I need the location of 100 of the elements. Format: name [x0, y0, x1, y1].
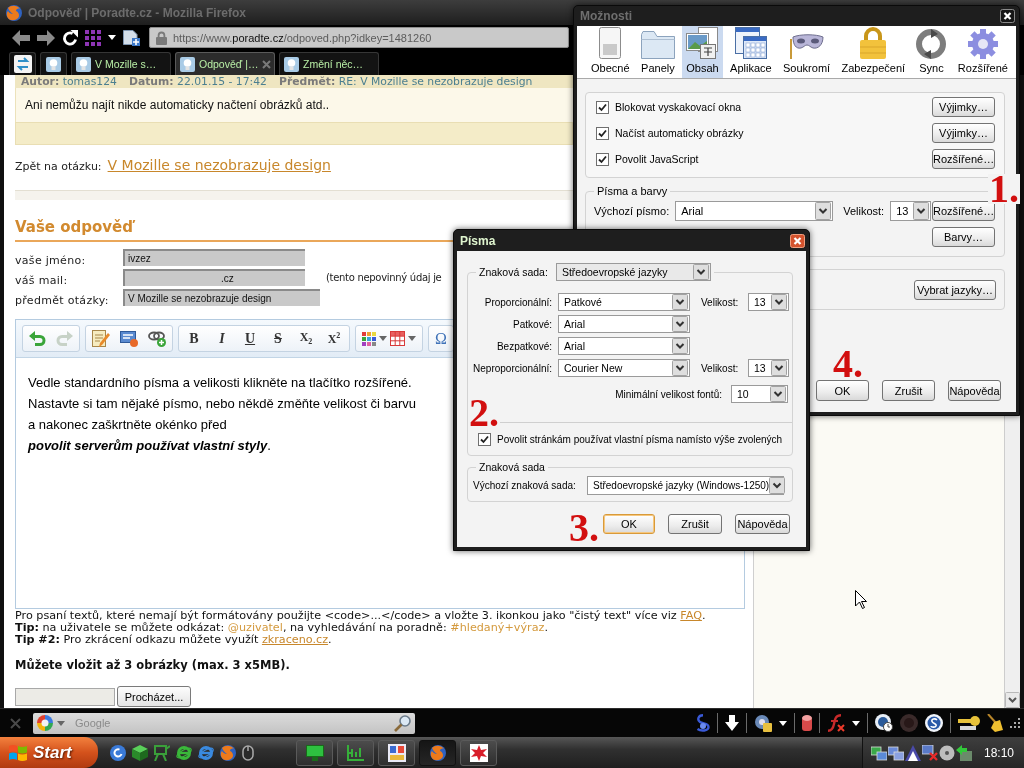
taskbar-button[interactable]: [378, 739, 415, 766]
subscript-button[interactable]: X$_{2}$: [297, 330, 315, 347]
fox-globe-icon[interactable]: [220, 744, 236, 761]
strike-button[interactable]: S: [269, 330, 287, 347]
italic-button[interactable]: I: [213, 330, 231, 347]
pane-tab[interactable]: Zabezpečení: [837, 26, 910, 78]
ring-orbit-icon[interactable]: [198, 744, 214, 761]
caret-icon[interactable]: [852, 720, 860, 726]
size-dropdown[interactable]: 13: [748, 293, 789, 311]
pane-tab[interactable]: Sync: [912, 26, 951, 78]
mouse-icon[interactable]: [242, 744, 254, 761]
chevron-down-icon[interactable]: [769, 477, 786, 494]
checkbox[interactable]: [596, 100, 609, 114]
color-grid-icon[interactable]: [362, 331, 376, 346]
cancel-button[interactable]: Zrušit: [668, 514, 722, 534]
back-arrow-icon[interactable]: [12, 29, 30, 46]
chevron-down-icon[interactable]: [770, 386, 786, 402]
swoosh-cross-icon[interactable]: [827, 714, 845, 732]
chevron-down-icon[interactable]: [692, 264, 709, 280]
superscript-button[interactable]: X$^{2}$: [325, 330, 343, 347]
chevron-down-icon[interactable]: [815, 202, 832, 220]
chevron-down-icon[interactable]: [672, 294, 688, 310]
gear-badge-icon[interactable]: [754, 714, 772, 732]
checkbox-label[interactable]: Blokovat vyskakovací okna: [615, 101, 742, 113]
checkbox-label[interactable]: Povolit JavaScript: [615, 153, 699, 165]
taskbar-button[interactable]: [296, 739, 333, 766]
size-dropdown[interactable]: 13: [890, 201, 932, 221]
easel-icon[interactable]: [154, 744, 170, 761]
circle-swirl-icon[interactable]: [925, 714, 943, 732]
caret-icon[interactable]: [779, 720, 787, 726]
file-field[interactable]: [15, 687, 115, 706]
chevron-down-icon[interactable]: [672, 316, 688, 332]
symbol-button[interactable]: Ω: [435, 329, 447, 348]
encoding-dropdown[interactable]: Středoevropské jazyky (Windows-1250): [587, 476, 784, 495]
code-window-icon[interactable]: [120, 330, 138, 347]
cylinder-icon[interactable]: [802, 715, 812, 731]
taskbar-button[interactable]: [419, 739, 456, 766]
font-dropdown[interactable]: Arial: [558, 315, 690, 333]
chevron-down-icon[interactable]: [672, 360, 688, 376]
document-pencil-icon[interactable]: [92, 329, 110, 348]
pane-tab[interactable]: Aplikace: [726, 26, 776, 78]
tent-icon[interactable]: [905, 744, 921, 761]
bold-button[interactable]: B: [185, 330, 203, 347]
computer-cross-icon[interactable]: [922, 744, 938, 761]
ok-button[interactable]: OK: [603, 514, 655, 534]
browser-tab[interactable]: V Mozille s…: [71, 52, 171, 75]
disc-icon[interactable]: [939, 744, 955, 761]
checkbox-label[interactable]: Načíst automaticky obrázky: [615, 127, 744, 139]
caret-icon[interactable]: [108, 35, 116, 40]
checkbox[interactable]: [596, 152, 609, 166]
text-field[interactable]: ivzez: [123, 248, 305, 266]
checkbox[interactable]: [478, 432, 491, 446]
table-grid-icon[interactable]: [390, 331, 405, 346]
undo-arrow-icon[interactable]: [29, 330, 46, 347]
help-button[interactable]: Nápověda: [735, 514, 790, 534]
close-icon[interactable]: [790, 233, 805, 248]
reload-icon[interactable]: [62, 29, 78, 46]
font-dropdown[interactable]: Patkové: [558, 293, 690, 311]
network-icon[interactable]: [871, 744, 887, 761]
ring-orbit-icon[interactable]: [176, 744, 192, 761]
pane-tab[interactable]: Obecné: [587, 26, 634, 78]
page-plus-icon[interactable]: [123, 29, 140, 46]
text-field[interactable]: V Mozille se nezobrazuje design: [123, 288, 320, 306]
pane-tab[interactable]: Panely: [636, 26, 679, 78]
help-button[interactable]: Nápověda: [948, 380, 1001, 401]
chevron-down-icon[interactable]: [672, 338, 688, 354]
url-field[interactable]: https://www.poradte.cz/odpoved.php?idkey=1481260: [149, 27, 569, 48]
browser-tab[interactable]: [9, 52, 36, 75]
font-dropdown[interactable]: Courier New: [558, 359, 690, 377]
charset-dropdown[interactable]: Středoevropské jazyky: [555, 263, 711, 281]
checkbox[interactable]: [596, 126, 609, 140]
size-dropdown[interactable]: 13: [748, 359, 789, 377]
browse-button[interactable]: Procházet...: [117, 686, 191, 707]
browser-tab[interactable]: Odpověď |…: [175, 52, 275, 75]
cube-icon[interactable]: [132, 744, 148, 761]
chevron-down-icon[interactable]: [913, 202, 930, 220]
underline-button[interactable]: U: [241, 330, 259, 347]
checkbox-label[interactable]: Povolit stránkám používat vlastní písma namísto výše zvolených: [497, 433, 783, 445]
circle-clock-icon[interactable]: [875, 714, 893, 732]
cancel-button[interactable]: Zrušit: [882, 380, 935, 401]
chain-link-icon[interactable]: [148, 330, 166, 347]
settings-button[interactable]: Výjimky…: [932, 97, 995, 117]
taskbar-button[interactable]: [460, 739, 497, 766]
arrow-computer-icon[interactable]: [956, 744, 972, 761]
ok-button[interactable]: OK: [816, 380, 869, 401]
settings-button[interactable]: Vybrat jazyky…: [914, 280, 996, 300]
settings-button[interactable]: Barvy…: [932, 227, 995, 247]
search-icon[interactable]: [394, 714, 411, 732]
key-icon[interactable]: [958, 716, 980, 730]
broom-icon[interactable]: [987, 714, 1003, 732]
settings-button[interactable]: Výjimky…: [932, 123, 995, 143]
dot-grid-icon[interactable]: [85, 29, 101, 46]
settings-button[interactable]: Rozšířené…: [932, 149, 995, 169]
start-button[interactable]: Start: [0, 737, 98, 768]
chevron-down-icon[interactable]: [1005, 692, 1020, 708]
font-dropdown[interactable]: Arial: [558, 337, 690, 355]
text-field[interactable]: .cz: [123, 268, 305, 286]
swirl-icon[interactable]: [696, 714, 710, 732]
browser-tab[interactable]: Změní něc…: [279, 52, 379, 75]
chevron-down-icon[interactable]: [771, 294, 787, 310]
